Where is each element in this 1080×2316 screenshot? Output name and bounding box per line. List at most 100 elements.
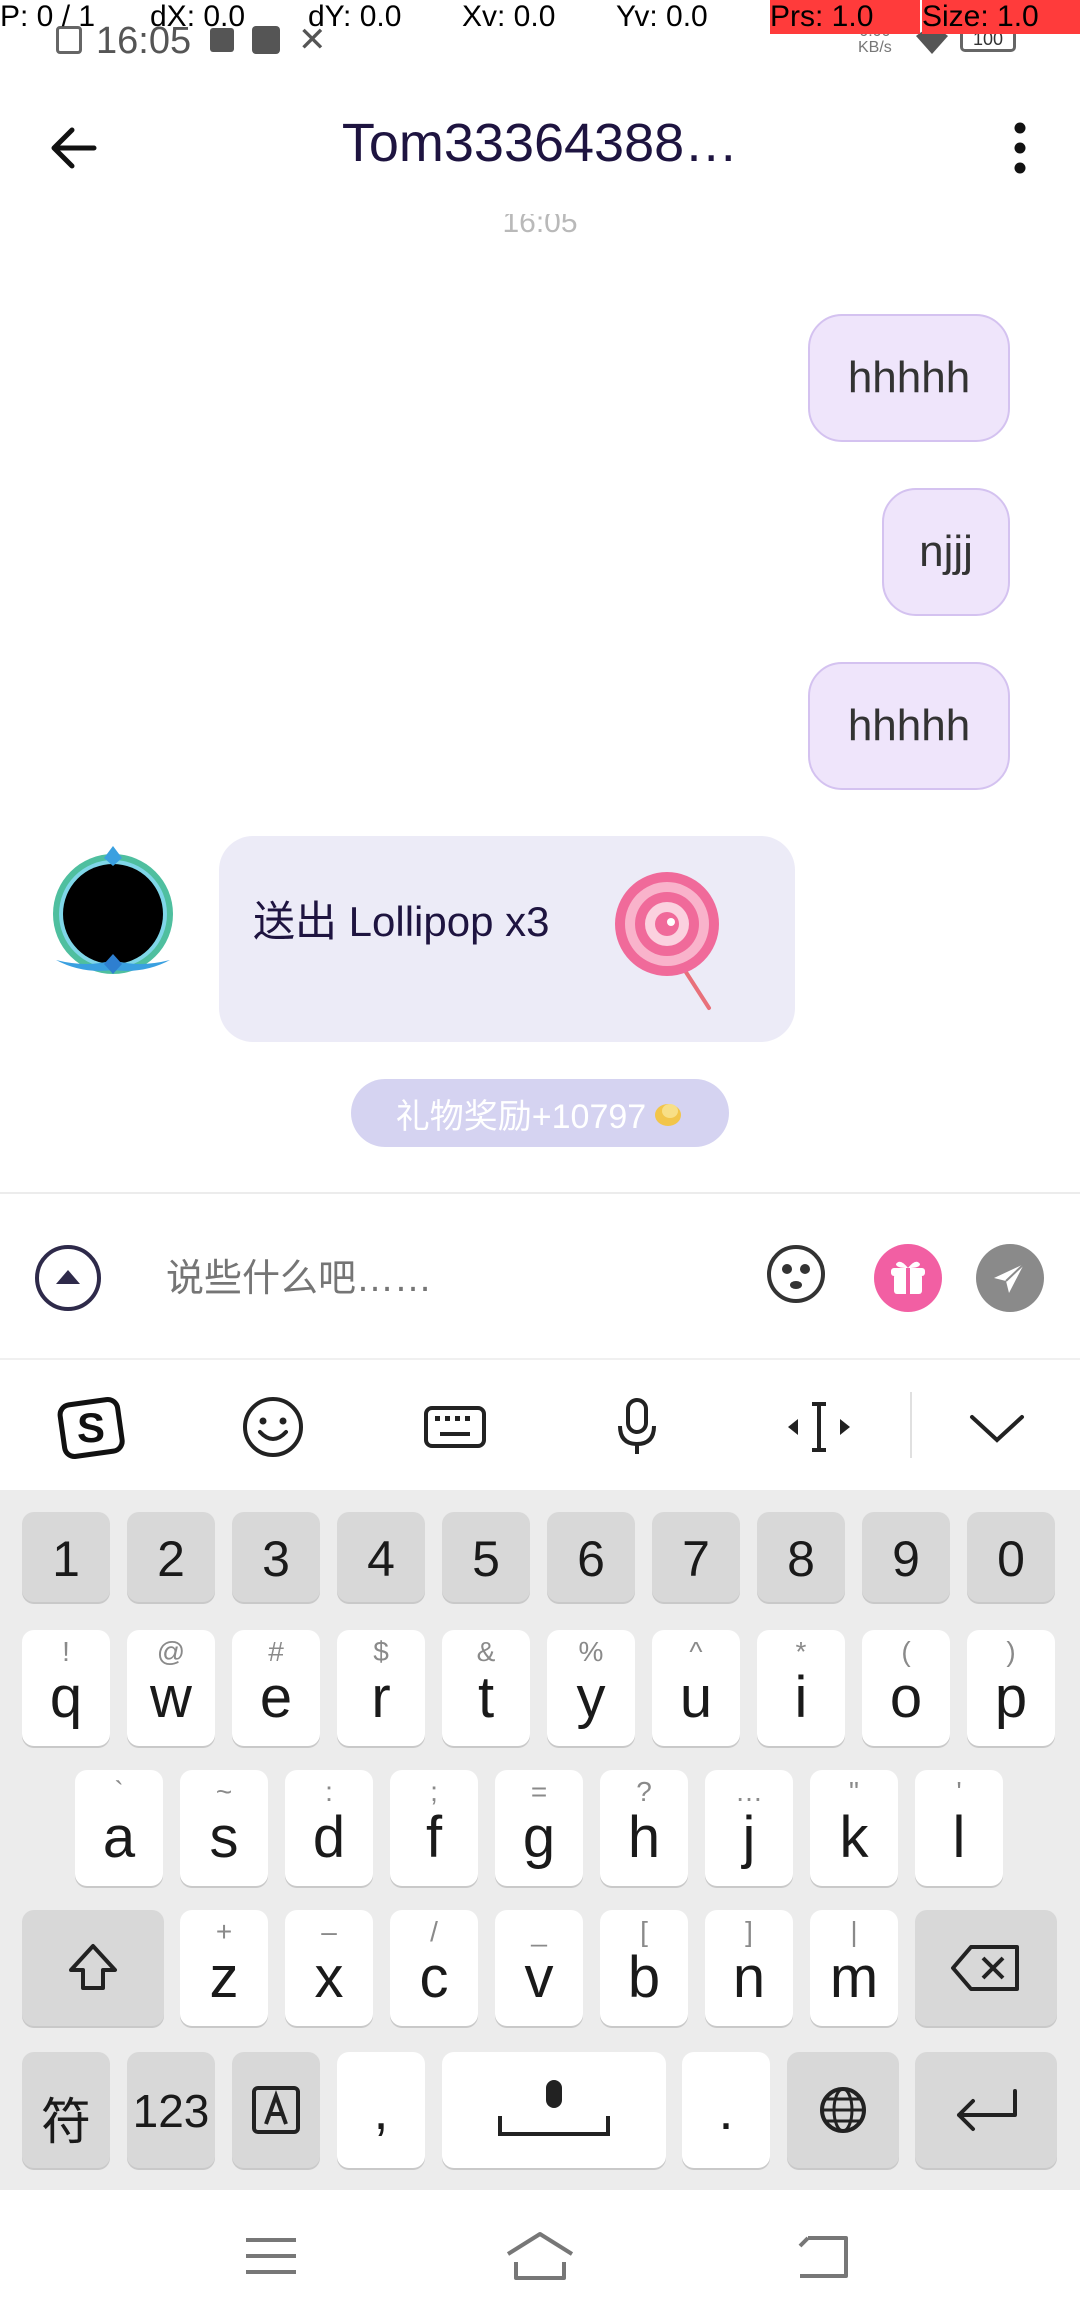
key-d[interactable]: :d — [285, 1770, 373, 1886]
key-k[interactable]: " k — [810, 1770, 898, 1886]
key-c[interactable]: / c — [390, 1910, 478, 2026]
language-key[interactable] — [787, 2052, 899, 2168]
key-r[interactable]: $ r — [337, 1630, 425, 1746]
reward-text: 礼物奖励+10797 — [395, 1097, 647, 1136]
message-text: hhhhh — [847, 353, 971, 402]
key-2[interactable]: 2 — [127, 1512, 215, 1602]
input-mode-key[interactable] — [232, 2052, 320, 2168]
collapse-keyboard-icon[interactable] — [962, 1392, 1032, 1462]
key-z[interactable]: + z — [180, 1910, 268, 2026]
sogou-logo-icon[interactable]: S — [56, 1392, 126, 1462]
key-label: o — [889, 1665, 923, 1730]
home-icon[interactable] — [504, 2230, 576, 2282]
backspace-key[interactable] — [915, 1910, 1057, 2026]
key-label: d — [312, 1805, 346, 1870]
send-plane-icon — [994, 1263, 1025, 1293]
enter-key[interactable] — [915, 2052, 1057, 2168]
key-q[interactable]: ! q — [22, 1630, 110, 1746]
back-arrow-icon[interactable] — [44, 118, 104, 178]
emoji-icon[interactable] — [766, 1244, 826, 1304]
expand-panel-icon[interactable] — [34, 1244, 102, 1312]
key-label: g — [522, 1805, 556, 1870]
key-j[interactable]: … j — [705, 1770, 793, 1886]
gift-message-text: 送出 Lollipop x3 — [253, 898, 550, 945]
key-t[interactable]: & t — [442, 1630, 530, 1746]
key-o[interactable]: (o — [862, 1630, 950, 1746]
key-i[interactable]: * i — [757, 1630, 845, 1746]
key-4[interactable]: 4 — [337, 1512, 425, 1602]
message-timestamp: 16:05 — [502, 214, 578, 236]
key-6[interactable]: 6 — [547, 1512, 635, 1602]
svg-text:S: S — [77, 1404, 105, 1451]
more-options-icon[interactable] — [1000, 118, 1040, 178]
backspace-icon — [951, 1945, 1019, 1991]
outgoing-message-bubble[interactable]: hhhhh — [808, 662, 1010, 790]
avatar[interactable] — [48, 842, 178, 982]
key-s[interactable]: ~ s — [180, 1770, 268, 1886]
key-0[interactable]: 0 — [967, 1512, 1055, 1602]
key-label: 符 — [41, 2094, 91, 2150]
toolbar-separator — [910, 1392, 912, 1458]
key-label: v — [524, 1945, 554, 2010]
key-8[interactable]: 8 — [757, 1512, 845, 1602]
number-mode-key[interactable]: 123 — [127, 2052, 215, 2168]
touch-size: Size: 1.0 — [922, 0, 1080, 34]
key-7[interactable]: 7 — [652, 1512, 740, 1602]
velocity-y: Yv: 0.0 — [616, 0, 708, 33]
key-label: z — [209, 1945, 239, 2010]
key-label: m — [829, 1945, 879, 2010]
shift-key[interactable] — [22, 1910, 164, 2026]
key-9[interactable]: 9 — [862, 1512, 950, 1602]
menu-icon[interactable] — [244, 2236, 298, 2276]
key-h[interactable]: ? h — [600, 1770, 688, 1886]
key-1[interactable]: 1 — [22, 1512, 110, 1602]
gift-message-bubble[interactable]: 送出 Lollipop x3 — [219, 836, 795, 1042]
back-nav-icon[interactable] — [796, 2234, 850, 2280]
key-5[interactable]: 5 — [442, 1512, 530, 1602]
send-button[interactable] — [976, 1244, 1044, 1312]
pointer-count: P: 0 / 1 — [0, 0, 96, 33]
key-b[interactable]: [b — [600, 1910, 688, 2026]
key-g[interactable]: = g — [495, 1770, 583, 1886]
emoji-keyboard-icon[interactable] — [238, 1392, 308, 1462]
key-label: h — [627, 1805, 661, 1870]
outgoing-message-bubble[interactable]: njjj — [882, 488, 1010, 616]
delta-x: dX: 0.0 — [150, 0, 246, 33]
cursor-move-icon[interactable] — [784, 1392, 854, 1462]
microphone-icon[interactable] — [602, 1392, 672, 1462]
keyboard-layout-icon[interactable] — [420, 1392, 490, 1462]
enter-arrow-icon — [957, 2089, 1017, 2131]
space-key[interactable] — [442, 2052, 666, 2168]
comma-key[interactable]: , — [337, 2052, 425, 2168]
key-l[interactable]: ' l — [915, 1770, 1003, 1886]
key-label: b — [627, 1945, 661, 2010]
outgoing-message-bubble[interactable]: hhhhh — [808, 314, 1010, 442]
key-label: t — [477, 1665, 495, 1730]
key-label: w — [150, 1665, 192, 1730]
key-label: j — [742, 1805, 756, 1870]
key-label: . — [718, 2081, 734, 2141]
key-y[interactable]: % y — [547, 1630, 635, 1746]
key-m[interactable]: | m — [810, 1910, 898, 2026]
key-3[interactable]: 3 — [232, 1512, 320, 1602]
key-u[interactable]: ^ u — [652, 1630, 740, 1746]
gift-button[interactable] — [874, 1244, 942, 1312]
key-x[interactable]: – x — [285, 1910, 373, 2026]
key-w[interactable]: @ w — [127, 1630, 215, 1746]
globe-icon — [820, 2087, 866, 2133]
period-key[interactable]: . — [682, 2052, 770, 2168]
key-e[interactable]: # e — [232, 1630, 320, 1746]
key-p[interactable]: ) p — [967, 1630, 1055, 1746]
key-a[interactable]: ` a — [75, 1770, 163, 1886]
symbol-key[interactable]: 符 — [22, 2052, 110, 2168]
chat-title: Tom33364388… — [341, 113, 739, 173]
key-v[interactable]: _ v — [495, 1910, 583, 2026]
coin-icon — [655, 1104, 682, 1126]
message-input[interactable] — [164, 1244, 728, 1314]
key-label: 123 — [132, 2085, 210, 2137]
key-label: s — [209, 1805, 239, 1870]
key-f[interactable]: ; f — [390, 1770, 478, 1886]
key-n[interactable]: ] n — [705, 1910, 793, 2026]
key-label: 2 — [157, 1531, 185, 1587]
key-label: u — [679, 1665, 713, 1730]
